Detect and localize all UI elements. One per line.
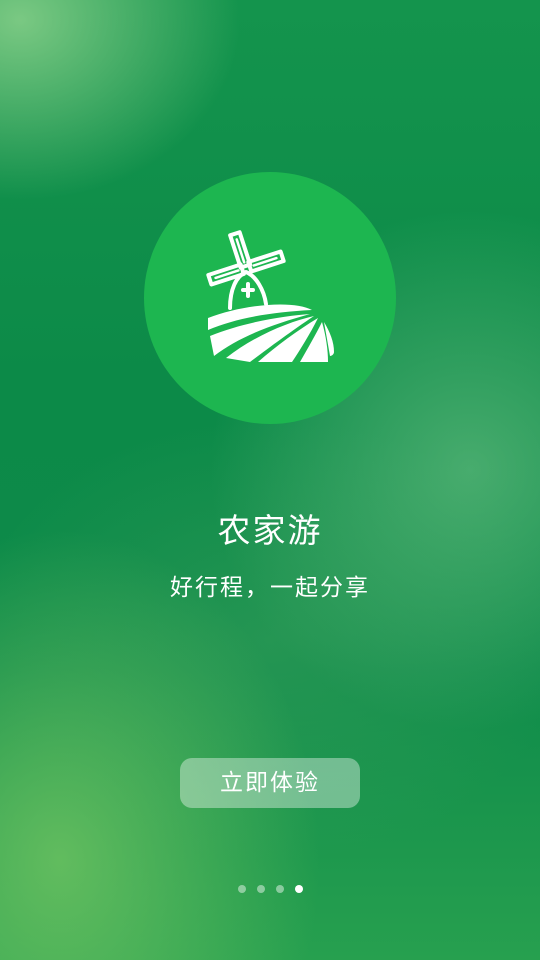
page-indicator [0,884,540,894]
app-logo [144,172,396,424]
app-subtitle: 好行程，一起分享 [170,575,370,601]
splash-screen: 农家游 好行程，一起分享 立即体验 [0,0,540,960]
page-dot-1[interactable] [237,885,246,893]
page-dot-2[interactable] [256,885,265,893]
page-dot-3[interactable] [275,885,284,893]
page-dot-4-active[interactable] [294,885,303,893]
start-experience-button[interactable]: 立即体验 [180,758,360,808]
app-title: 农家游 [217,511,323,550]
windmill-farm-icon [206,230,334,362]
